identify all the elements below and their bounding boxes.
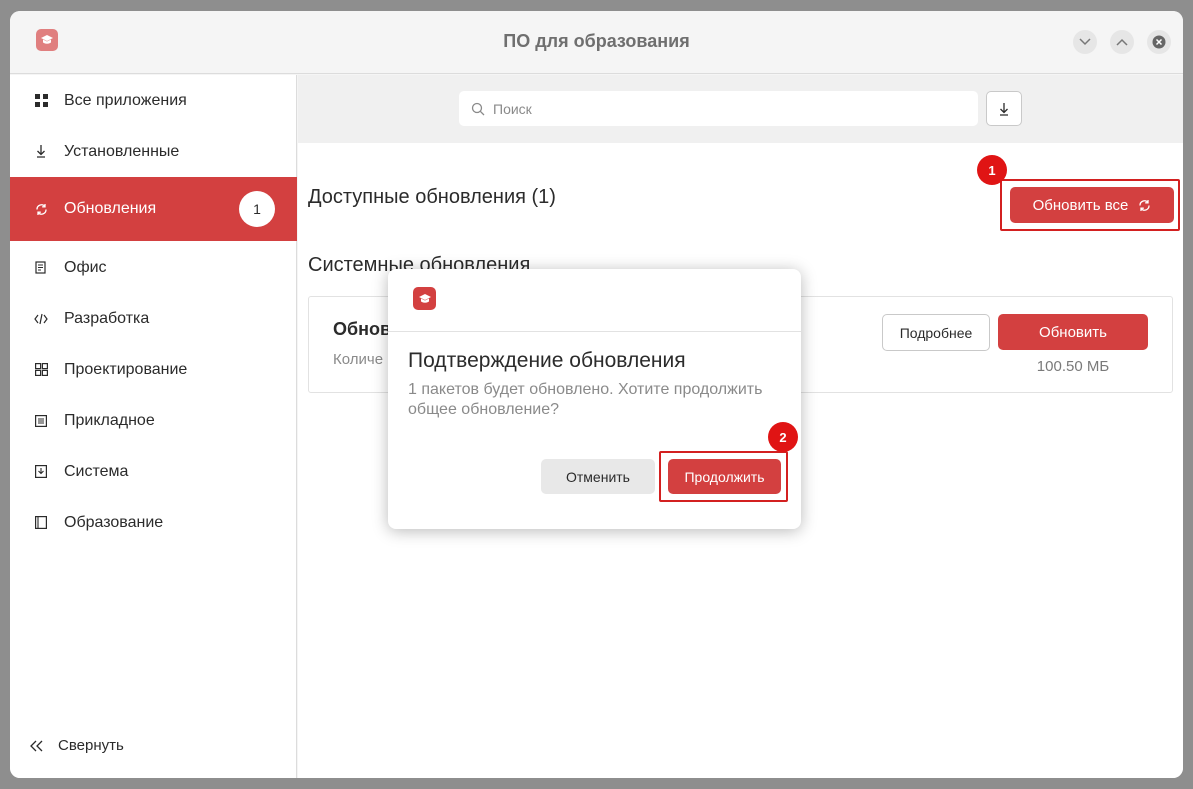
sidebar-item-label: Прикладное	[64, 411, 155, 429]
continue-highlight-frame	[659, 451, 788, 502]
step-marker-2: 2	[768, 422, 798, 452]
design-icon	[34, 363, 48, 377]
download-icon	[34, 145, 48, 159]
downloads-button[interactable]	[986, 91, 1022, 126]
office-icon	[34, 261, 48, 275]
sidebar-item-installed[interactable]: Установленные	[10, 126, 297, 177]
sidebar-item-design[interactable]: Проектирование	[10, 344, 297, 395]
collapse-label: Свернуть	[58, 737, 124, 754]
collapse-sidebar-button[interactable]: Свернуть	[30, 737, 124, 754]
sidebar-item-label: Установленные	[64, 142, 180, 160]
step-marker-1: 1	[977, 155, 1007, 185]
code-icon	[34, 312, 48, 326]
sidebar-item-development[interactable]: Разработка	[10, 293, 297, 344]
sidebar-item-all-apps[interactable]: Все приложения	[10, 75, 297, 126]
update-button[interactable]: Обновить	[998, 314, 1148, 350]
close-button[interactable]	[1147, 30, 1171, 54]
sidebar-item-system[interactable]: Система	[10, 446, 297, 497]
details-button[interactable]: Подробнее	[882, 314, 990, 351]
app-logo-icon	[413, 287, 436, 310]
update-card-subtitle: Количе	[333, 351, 384, 368]
update-card-title: Обнов	[333, 319, 392, 339]
sidebar-item-label: Офис	[64, 258, 107, 276]
chevron-down-icon	[1079, 38, 1091, 46]
minimize-button[interactable]	[1073, 30, 1097, 54]
list-icon	[34, 414, 48, 428]
sidebar-item-label: Система	[64, 462, 129, 480]
cancel-button[interactable]: Отменить	[541, 459, 655, 494]
system-icon	[34, 465, 48, 479]
sidebar-item-label: Все приложения	[64, 91, 187, 109]
update-all-highlight-frame	[1000, 179, 1180, 231]
sidebar-item-office[interactable]: Офис	[10, 242, 297, 293]
double-chevron-left-icon	[30, 740, 43, 751]
sidebar: Все приложения Установленные Обновления …	[10, 75, 297, 778]
sidebar-item-label: Образование	[64, 513, 164, 531]
search-input[interactable]: Поиск	[459, 91, 978, 126]
dialog-header	[388, 269, 801, 332]
search-bar: Поиск	[298, 75, 1183, 143]
maximize-button[interactable]	[1110, 30, 1134, 54]
sidebar-item-education[interactable]: Образование	[10, 497, 297, 548]
available-updates-title: Доступные обновления (1)	[308, 186, 556, 208]
search-icon	[471, 102, 485, 115]
sidebar-item-applied[interactable]: Прикладное	[10, 395, 297, 446]
dialog-title: Подтверждение обновления	[408, 349, 686, 372]
book-icon	[34, 516, 48, 530]
grid-icon	[34, 94, 48, 108]
download-icon	[1000, 102, 1008, 116]
updates-count-badge: 1	[239, 191, 275, 227]
title-bar: ПО для образования	[10, 11, 1183, 74]
window-title: ПО для образования	[503, 31, 690, 51]
sidebar-item-label: Проектирование	[64, 360, 188, 378]
close-icon	[1152, 35, 1166, 49]
sidebar-item-label: Обновления	[64, 200, 157, 217]
update-size: 100.50 МБ	[1036, 358, 1110, 375]
refresh-icon	[34, 202, 48, 216]
chevron-up-icon	[1116, 38, 1128, 46]
sidebar-item-label: Разработка	[64, 309, 150, 327]
search-placeholder: Поиск	[493, 100, 532, 117]
dialog-message: 1 пакетов будет обновлено. Хотите продол…	[408, 381, 763, 418]
sidebar-item-updates[interactable]: Обновления 1	[10, 177, 297, 241]
